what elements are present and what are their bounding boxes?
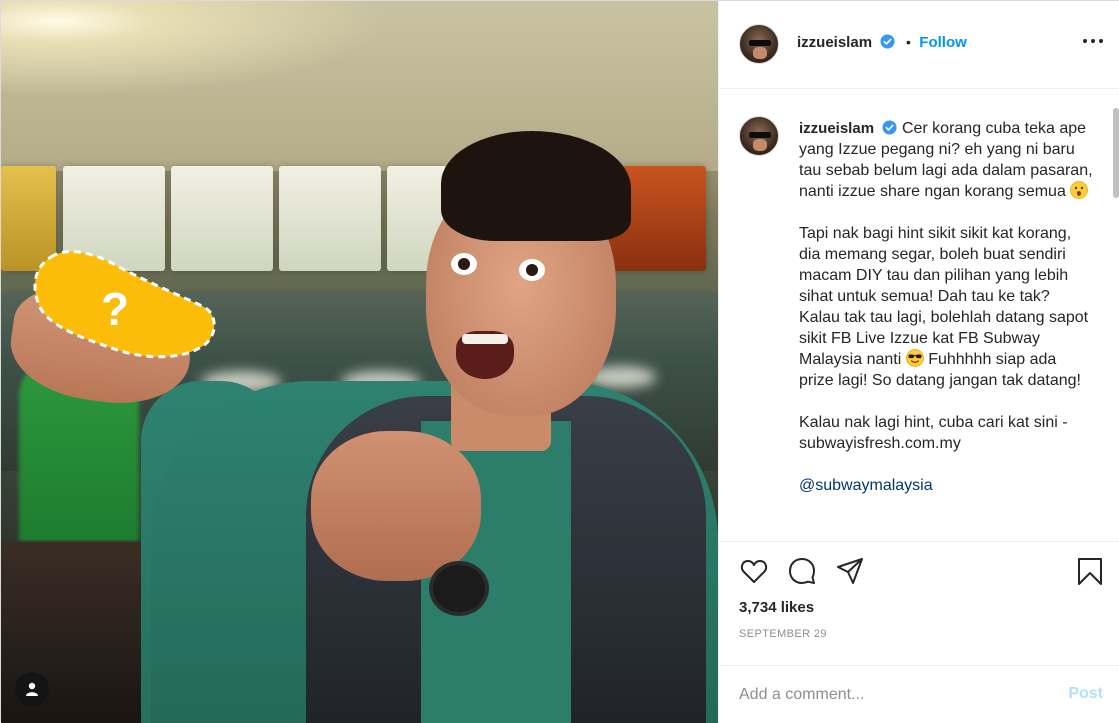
post-header: izzueislam • Follow xyxy=(719,1,1119,89)
post-details-panel: izzueislam • Follow izzueislam Cer koran… xyxy=(718,1,1119,723)
verified-badge-icon xyxy=(882,120,898,135)
post-actions: 3,734 likes SEPTEMBER 29 xyxy=(719,541,1119,665)
heart-icon[interactable] xyxy=(739,556,769,586)
post-date[interactable]: SEPTEMBER 29 xyxy=(739,628,827,640)
comments-scroll-area[interactable]: izzueislam Cer korang cuba teka ape yang… xyxy=(719,90,1119,541)
paper-plane-icon[interactable] xyxy=(835,556,865,586)
likes-count[interactable]: 3,734 likes xyxy=(739,599,814,616)
caption-text-2: Tapi nak bagi hint sikit sikit kat koran… xyxy=(799,225,1089,368)
scrollbar[interactable] xyxy=(1113,108,1119,198)
verified-badge-icon xyxy=(880,34,896,49)
more-options-icon[interactable] xyxy=(1083,39,1103,45)
follow-button[interactable]: Follow xyxy=(919,34,967,51)
post-caption: izzueislam Cer korang cuba teka ape yang… xyxy=(799,118,1095,517)
user-tag-icon[interactable] xyxy=(15,672,49,706)
question-mark: ? xyxy=(101,283,129,335)
post-dialog: ? izzueislam • Follow izzueislam Cer kor… xyxy=(0,0,1119,723)
caption-avatar[interactable] xyxy=(739,116,779,156)
header-username[interactable]: izzueislam xyxy=(797,34,872,51)
mystery-item-graphic: ? xyxy=(33,250,216,359)
caption-text-4: Kalau nak lagi hint, cuba cari kat sini … xyxy=(799,414,1068,452)
comment-bubble-icon[interactable] xyxy=(787,556,817,586)
post-photo[interactable]: ? xyxy=(1,1,718,723)
sunglasses-face-emoji-icon xyxy=(905,349,924,367)
add-comment-bar: Post xyxy=(719,665,1119,723)
post-comment-button[interactable]: Post xyxy=(1068,685,1103,703)
comment-input[interactable] xyxy=(739,680,1039,710)
follow-separator: • xyxy=(905,34,911,50)
avatar[interactable] xyxy=(739,24,779,64)
bookmark-icon[interactable] xyxy=(1075,556,1105,586)
hushed-face-emoji-icon xyxy=(1070,181,1089,199)
mention-link[interactable]: @subwaymalaysia xyxy=(799,475,1095,496)
caption-username[interactable]: izzueislam xyxy=(799,120,874,137)
